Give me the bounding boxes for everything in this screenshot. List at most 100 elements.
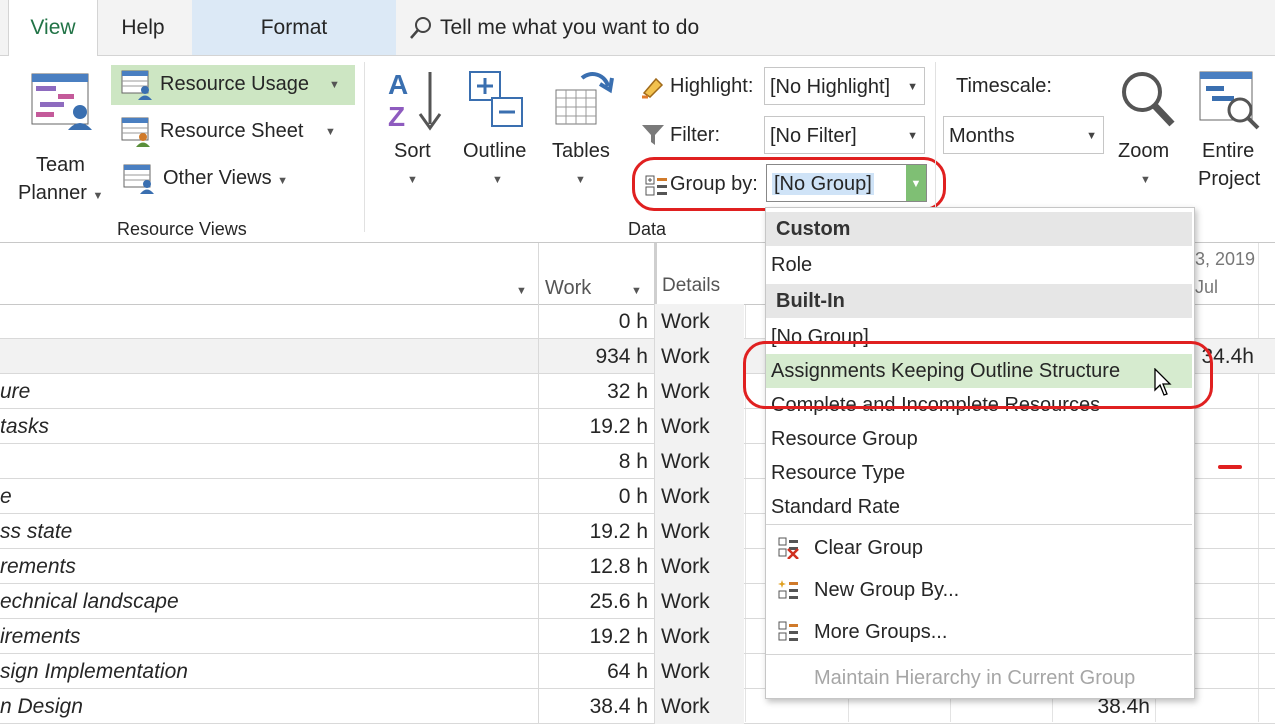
details-cell: Work xyxy=(654,374,744,409)
work-cell[interactable]: 64 h xyxy=(538,654,650,689)
filter-value: [No Filter] xyxy=(770,125,857,147)
more-groups-command[interactable]: More Groups... xyxy=(766,612,1192,652)
work-cell[interactable]: 25.6 h xyxy=(538,584,650,619)
details-cell: Work xyxy=(654,654,744,689)
team-planner-label-2: Planner ▼ xyxy=(18,182,104,204)
chevron-down-icon: ▼ xyxy=(92,190,104,202)
maintain-hierarchy-command: Maintain Hierarchy in Current Group xyxy=(766,658,1192,698)
column-menu-icon[interactable]: ▼ xyxy=(516,285,527,297)
red-mark xyxy=(1218,465,1242,469)
chevron-down-icon: ▼ xyxy=(575,174,586,186)
work-cell[interactable]: 19.2 h xyxy=(538,409,650,444)
resource-sheet-button[interactable]: Resource Sheet ▼ xyxy=(111,112,355,152)
dropdown-divider xyxy=(766,654,1192,655)
task-name-cell[interactable]: n Design xyxy=(0,689,538,724)
work-cell[interactable]: 19.2 h xyxy=(538,619,650,654)
team-planner-button[interactable]: Team Planner ▼ xyxy=(12,68,108,208)
timescale-month-label: Jul xyxy=(1195,277,1219,297)
group-label-data: Data xyxy=(628,219,667,239)
work-cell[interactable]: 0 h xyxy=(538,304,650,339)
filter-select[interactable]: [No Filter] ▼ xyxy=(764,116,925,154)
entire-project-label-2: Project xyxy=(1198,168,1261,190)
other-views-button[interactable]: Other Views ▼ xyxy=(111,159,355,199)
details-cell: Work xyxy=(654,584,744,619)
task-name-cell[interactable] xyxy=(0,444,538,479)
highlight-value: [No Highlight] xyxy=(770,76,891,98)
work-cell[interactable]: 934 h xyxy=(538,339,650,374)
work-header-label: Work xyxy=(545,277,592,299)
chevron-down-icon: ▼ xyxy=(325,126,336,138)
resource-usage-label: Resource Usage xyxy=(160,73,309,95)
other-views-icon xyxy=(123,164,154,194)
tables-label: Tables xyxy=(552,140,610,162)
task-name-cell[interactable] xyxy=(0,304,538,339)
clear-group-command[interactable]: Clear Group xyxy=(766,528,1192,568)
team-planner-label-1: Team xyxy=(36,154,85,176)
new-group-by-label: New Group By... xyxy=(814,579,960,601)
task-name-cell[interactable]: tasks xyxy=(0,409,538,444)
tell-me-box[interactable]: Tell me what you want to do xyxy=(408,0,699,55)
details-cell: Work xyxy=(654,339,744,374)
work-cell[interactable]: 8 h xyxy=(538,444,650,479)
outline-button[interactable]: Outline ▼ xyxy=(460,66,536,196)
highlight-icon xyxy=(642,77,664,99)
group-option-role[interactable]: Role xyxy=(766,248,1192,282)
work-cell[interactable]: 12.8 h xyxy=(538,549,650,584)
other-views-label: Other Views ▼ xyxy=(163,167,289,189)
svg-text:Z: Z xyxy=(388,101,405,132)
resource-sheet-icon xyxy=(121,117,150,147)
work-cell[interactable]: 32 h xyxy=(538,374,650,409)
highlight-label: Highlight: xyxy=(670,75,754,97)
ribbon-tab-bar: View Help Format Tell me what you want t… xyxy=(0,0,1275,56)
new-group-by-command[interactable]: New Group By... xyxy=(766,570,1192,610)
tab-format[interactable]: Format xyxy=(192,0,396,55)
tab-help[interactable]: Help xyxy=(100,0,186,55)
zoom-magnifier-icon xyxy=(1122,72,1175,127)
task-name-cell[interactable] xyxy=(0,339,538,374)
group-option-standard-rate[interactable]: Standard Rate xyxy=(766,490,1192,524)
highlight-ring xyxy=(632,157,946,211)
work-cell[interactable]: 19.2 h xyxy=(538,514,650,549)
task-name-cell[interactable]: rements xyxy=(0,549,538,584)
tables-button[interactable]: Tables ▼ xyxy=(548,66,618,196)
task-name-cell[interactable]: echnical landscape xyxy=(0,584,538,619)
work-cell[interactable]: 38.4 h xyxy=(538,689,650,724)
zoom-button[interactable]: Zoom ▼ xyxy=(1112,66,1182,196)
chevron-down-icon: ▼ xyxy=(407,174,418,186)
timescale-select[interactable]: Months ▼ xyxy=(943,116,1104,154)
custom-section-header: Custom xyxy=(766,212,1192,246)
group-label-resource-views: Resource Views xyxy=(117,219,247,239)
chevron-down-icon: ▼ xyxy=(492,174,503,186)
highlight-select[interactable]: [No Highlight] ▼ xyxy=(764,67,925,105)
entire-project-icon xyxy=(1199,71,1260,130)
new-group-icon xyxy=(778,580,798,599)
task-name-cell[interactable]: e xyxy=(0,479,538,514)
resource-usage-icon xyxy=(121,70,152,100)
sort-label: Sort xyxy=(394,140,431,162)
task-name-cell[interactable]: irements xyxy=(0,619,538,654)
task-name-cell[interactable]: sign Implementation xyxy=(0,654,538,689)
details-cell: Work xyxy=(654,409,744,444)
builtin-section-header: Built-In xyxy=(766,284,1192,318)
task-name-cell[interactable]: ss state xyxy=(0,514,538,549)
resource-sheet-label: Resource Sheet xyxy=(160,120,304,142)
group-option-resource-group[interactable]: Resource Group xyxy=(766,422,1192,456)
tab-view[interactable]: View xyxy=(8,0,98,56)
tell-me-text: Tell me what you want to do xyxy=(440,16,700,39)
details-cell: Work xyxy=(654,619,744,654)
more-groups-label: More Groups... xyxy=(814,621,948,643)
mouse-cursor-icon xyxy=(1154,368,1172,396)
filter-label: Filter: xyxy=(670,124,720,146)
task-name-cell[interactable]: ure xyxy=(0,374,538,409)
chevron-down-icon: ▼ xyxy=(907,130,918,142)
sort-button[interactable]: A Z Sort ▼ xyxy=(380,66,446,196)
svg-text:A: A xyxy=(388,69,408,100)
entire-project-button[interactable]: Entire Project xyxy=(1192,66,1272,196)
details-header-label: Details xyxy=(662,275,721,296)
work-column-header[interactable]: Work ▼ xyxy=(538,243,651,304)
resource-usage-button[interactable]: Resource Usage ▼ xyxy=(111,65,355,105)
group-option-resource-type[interactable]: Resource Type xyxy=(766,456,1192,490)
details-cell: Work xyxy=(654,444,744,479)
work-cell[interactable]: 0 h xyxy=(538,479,650,514)
zoom-label: Zoom xyxy=(1118,140,1170,162)
